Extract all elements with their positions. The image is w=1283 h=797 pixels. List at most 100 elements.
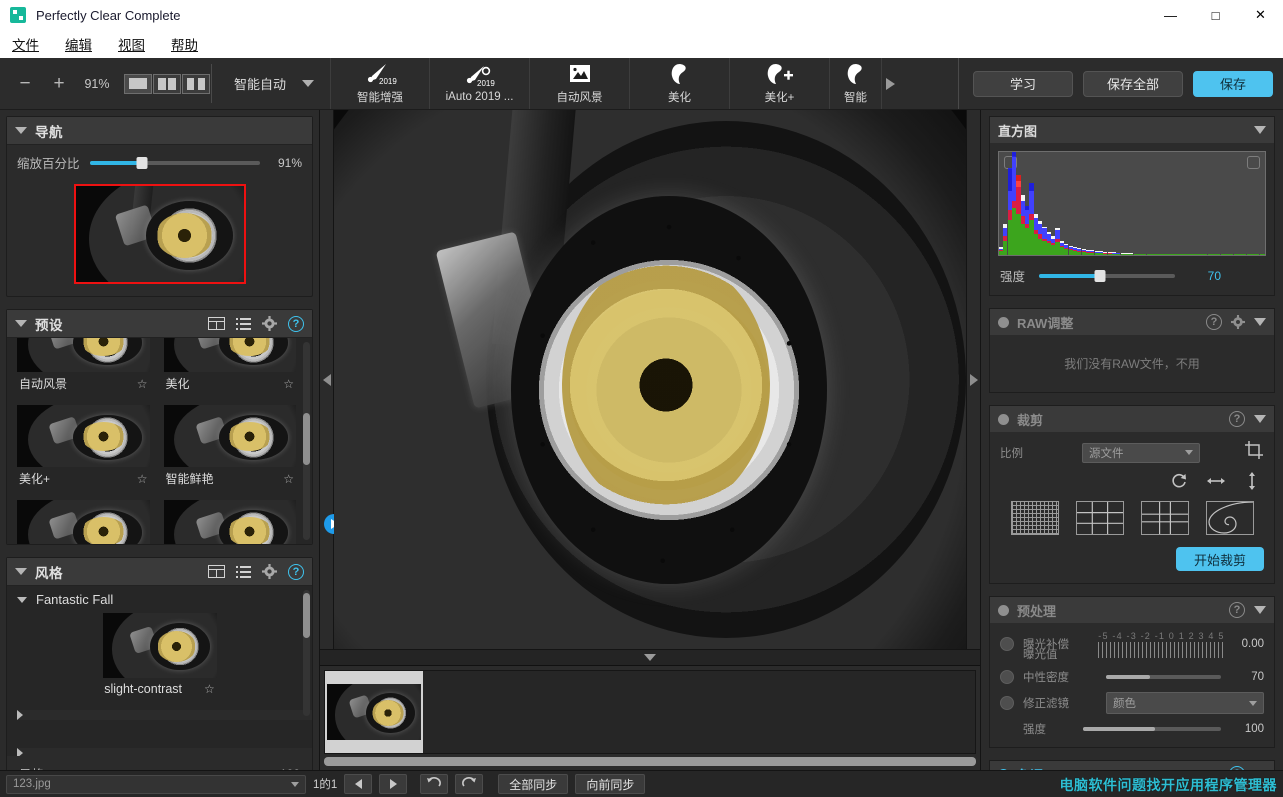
collapse-triangle-icon[interactable] [1254,126,1266,134]
crop-ratio-select[interactable]: 源文件 [1082,442,1200,463]
filter-strength-slider[interactable] [1083,727,1221,731]
menu-view[interactable]: 视图 [116,32,147,56]
preset-item[interactable]: 美化+ ☆ [17,405,150,490]
close-button[interactable]: ✕ [1238,0,1283,30]
presets-panel-body[interactable]: 自动风景 ☆ 美化 ☆ 美化+ ☆ 智能鲜艳 ☆ [7,338,312,544]
favorite-star-icon[interactable]: ☆ [137,472,148,486]
favorite-star-icon[interactable]: ☆ [283,472,294,486]
fine-grid-icon[interactable] [1010,501,1059,535]
preset-item[interactable] [17,500,150,544]
zoom-slider[interactable] [89,156,260,169]
toolbar-preset-auto-landscape[interactable]: 自动风景 [530,58,631,109]
styles-panel-body[interactable]: Fantastic Fall slight-contrast ☆ Mat [7,586,312,756]
style-group-mattk-seasons[interactable]: MattK-四季 [7,696,312,734]
brush-2019-icon: 2019 [360,62,400,86]
collapse-triangle-icon[interactable] [15,127,27,134]
rotate-icon[interactable] [1170,471,1188,491]
flip-horizontal-icon[interactable] [1206,471,1226,491]
grid-view-icon[interactable] [208,565,225,578]
flip-vertical-icon[interactable] [1244,471,1260,491]
style-group-fantastic-fall[interactable]: Fantastic Fall [7,590,312,609]
preset-item[interactable]: 智能鲜艳 ☆ [163,405,296,490]
neutral-density-toggle[interactable] [1000,670,1014,684]
tone-panel: 色调 ? [989,760,1275,770]
toolbar-preset-beautify-plus[interactable]: 美化+ [730,58,831,109]
maximize-button[interactable]: □ [1193,0,1238,30]
left-panel-collapse-handle[interactable] [320,110,344,649]
exposure-ruler[interactable]: -5 -4 -3 -2 -1 0 1 2 3 4 5 [1098,631,1225,658]
right-panel-collapse-handle[interactable] [966,110,980,649]
histogram-intensity-slider[interactable] [1039,269,1176,282]
collapse-triangle-icon[interactable] [1254,415,1266,423]
help-icon[interactable]: ? [288,563,304,580]
toolbar-scroll-right-button[interactable] [882,58,898,109]
presets-scrollbar[interactable] [303,342,310,540]
preset-item[interactable]: 自动风景 ☆ [17,338,150,395]
minimize-button[interactable]: — [1148,0,1193,30]
help-icon[interactable]: ? [288,315,304,332]
preset-item[interactable] [163,500,296,544]
learn-button[interactable]: 学习 [973,70,1073,97]
toolbar-preset-label: 智能增强 [357,92,404,104]
filmstrip-collapse-handle[interactable] [320,649,980,665]
image-canvas[interactable] [334,110,966,649]
list-view-icon[interactable] [236,317,251,330]
menu-edit[interactable]: 编辑 [63,32,94,56]
preprocess-toggle-dot[interactable] [998,604,1009,616]
filmstrip-item-selected[interactable] [325,671,423,753]
prev-image-button[interactable] [344,774,373,794]
favorite-star-icon[interactable]: ☆ [204,682,215,696]
zoom-out-button[interactable]: − [8,67,42,101]
gear-icon[interactable] [1231,315,1245,329]
grid-view-icon[interactable] [208,317,225,330]
crop-toggle-dot[interactable] [998,413,1009,425]
sync-all-button[interactable]: 全部同步 [498,774,569,794]
correction-filter-select[interactable]: 颜色 [1106,692,1264,714]
thirds-grid-icon[interactable] [1075,501,1124,535]
save-all-button[interactable]: 保存全部 [1083,70,1183,97]
navigator-thumbnail[interactable] [73,184,246,284]
filmstrip-scrollbar[interactable] [324,757,976,766]
favorite-star-icon[interactable]: ☆ [137,377,148,391]
golden-spiral-icon[interactable] [1205,501,1254,535]
toolbar-preset-intelligent-enhance[interactable]: 2019 智能增强 [330,58,431,109]
start-crop-button[interactable]: 开始裁剪 [1176,547,1264,571]
toolbar-preset-iauto-2019[interactable]: 2019 iAuto 2019 ... [430,58,531,109]
preset-caption: 自动风景 ☆ [17,372,150,395]
menu-help[interactable]: 帮助 [169,32,200,56]
collapse-triangle-icon[interactable] [1254,318,1266,326]
preset-item[interactable]: 美化 ☆ [163,338,296,395]
undo-button[interactable] [420,774,449,794]
file-select[interactable]: 123.jpg [6,774,306,794]
raw-adjust-toggle-dot[interactable] [998,316,1009,328]
redo-button[interactable] [455,774,484,794]
toolbar-preset-beautify[interactable]: 美化 [630,58,731,109]
collapse-triangle-icon[interactable] [15,320,27,327]
golden-grid-icon[interactable] [1140,501,1189,535]
side-by-side-view-icon[interactable] [182,73,210,94]
styles-scrollbar[interactable] [303,590,310,716]
auto-mode-dropdown[interactable]: 智能自动 [212,58,330,109]
save-button[interactable]: 保存 [1193,70,1273,97]
menu-file[interactable]: 文件 [10,32,41,56]
gear-icon[interactable] [262,316,277,331]
help-icon[interactable]: ? [1229,602,1245,618]
neutral-density-slider[interactable] [1106,675,1221,679]
zoom-in-button[interactable]: + [42,67,76,101]
help-icon[interactable]: ? [1229,411,1245,427]
collapse-triangle-icon[interactable] [15,568,27,575]
sync-forward-button[interactable]: 向前同步 [575,774,646,794]
split-view-icon[interactable] [153,73,181,94]
collapse-triangle-icon[interactable] [1254,606,1266,614]
favorite-star-icon[interactable]: ☆ [283,377,294,391]
crop-tool-icon[interactable] [1244,440,1264,465]
list-view-icon[interactable] [236,565,251,578]
single-view-icon[interactable] [124,73,152,94]
correction-filter-toggle[interactable] [1000,696,1014,710]
toolbar-preset-intelligent[interactable]: 智能 [830,58,883,109]
next-image-button[interactable] [379,774,408,794]
style-group-mattk-landscape[interactable]: MattK-景观 [7,734,312,756]
gear-icon[interactable] [262,564,277,579]
help-icon[interactable]: ? [1206,314,1222,330]
style-item[interactable]: slight-contrast ☆ [7,613,312,696]
